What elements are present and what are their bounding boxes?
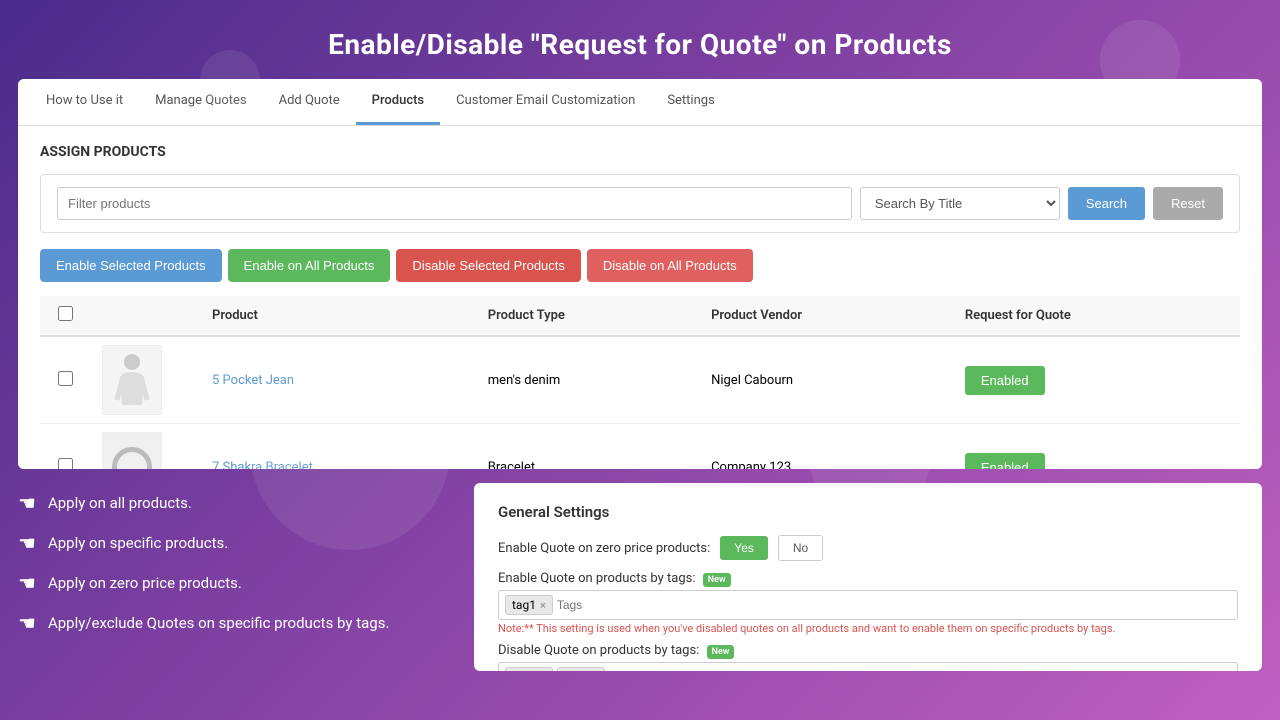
row1-status-button[interactable]: Enabled: [965, 366, 1045, 395]
products-table: Product Product Type Product Vendor Requ…: [40, 296, 1240, 469]
row2-type-cell: Bracelet: [476, 424, 699, 470]
filter-products-input[interactable]: [57, 187, 852, 220]
search-bar: Search By Title Search Reset: [40, 174, 1240, 233]
enable-selected-button[interactable]: Enable Selected Products: [40, 249, 222, 282]
disable-tags-label: Disable Quote on products by tags: New: [498, 643, 734, 658]
content-area: ASSIGN PRODUCTS Search By Title Search R…: [18, 126, 1262, 469]
row1-product-link[interactable]: 5 Pocket Jean: [212, 373, 294, 388]
row2-name-cell: 7 Shakra Bracelet: [200, 424, 476, 470]
yes-button[interactable]: Yes: [720, 536, 768, 560]
select-all-checkbox[interactable]: [58, 306, 73, 321]
table-row: 5 Pocket Jean men's denim Nigel Cabourn …: [40, 336, 1240, 424]
tab-products[interactable]: Products: [356, 79, 440, 125]
tag1-remove[interactable]: ×: [540, 599, 546, 612]
person-silhouette-icon: [112, 350, 152, 410]
left-info: ☚ Apply on all products. ☚ Apply on spec…: [18, 483, 458, 671]
zero-price-label: Enable Quote on zero price products:: [498, 541, 710, 556]
tab-how-to-use[interactable]: How to Use it: [30, 79, 139, 125]
info-text-3: Apply on zero price products.: [48, 574, 242, 592]
row1-vendor-cell: Nigel Cabourn: [699, 336, 953, 424]
section-title: ASSIGN PRODUCTS: [40, 144, 1240, 160]
col-checkbox: [40, 296, 90, 336]
row1-status-cell: Enabled: [953, 336, 1240, 424]
arrow-icon-4: ☚: [18, 611, 36, 635]
tabs-nav: How to Use it Manage Quotes Add Quote Pr…: [18, 79, 1262, 126]
enable-tags-text-input[interactable]: [557, 598, 712, 612]
col-image: [90, 296, 200, 336]
enable-all-button[interactable]: Enable on All Products: [228, 249, 391, 282]
arrow-icon-2: ☚: [18, 531, 36, 555]
row1-checkbox[interactable]: [58, 371, 73, 386]
col-rfq: Request for Quote: [953, 296, 1240, 336]
search-by-select[interactable]: Search By Title: [860, 187, 1060, 220]
row2-vendor-cell: Company 123: [699, 424, 953, 470]
arrow-icon-1: ☚: [18, 491, 36, 515]
row1-checkbox-cell: [40, 336, 90, 424]
arrow-icon-3: ☚: [18, 571, 36, 595]
zero-price-row: Enable Quote on zero price products: Yes…: [498, 535, 1238, 561]
info-item-1: ☚ Apply on all products.: [18, 491, 458, 515]
action-buttons: Enable Selected Products Enable on All P…: [40, 249, 1240, 282]
no-button[interactable]: No: [778, 535, 823, 561]
row2-image-cell: [90, 424, 200, 470]
row1-type-cell: men's denim: [476, 336, 699, 424]
enable-tags-label: Enable Quote on products by tags: New: [498, 571, 731, 586]
disable-selected-button[interactable]: Disable Selected Products: [396, 249, 580, 282]
row2-status-button[interactable]: Enabled: [965, 453, 1045, 470]
info-text-4: Apply/exclude Quotes on specific product…: [48, 614, 389, 632]
table-row: 7 Shakra Bracelet Bracelet Company 123 E…: [40, 424, 1240, 470]
main-container: How to Use it Manage Quotes Add Quote Pr…: [18, 79, 1262, 469]
tag1-label: tag1: [512, 598, 536, 612]
disable-tags-badge: New: [707, 645, 735, 659]
disable-tags-text-input[interactable]: [609, 670, 764, 671]
enable-tags-note: Note:** This setting is used when you've…: [498, 622, 1238, 635]
tag3-label: tag3: [512, 670, 536, 671]
tag2-label: tag2: [564, 670, 588, 671]
general-settings-panel: General Settings Enable Quote on zero pr…: [474, 483, 1262, 671]
tag-chip-tag2: tag2 ×: [557, 667, 605, 671]
tag-chip-tag3: tag3 ×: [505, 667, 553, 671]
info-text-2: Apply on specific products.: [48, 534, 228, 552]
row1-name-cell: 5 Pocket Jean: [200, 336, 476, 424]
row2-status-cell: Enabled: [953, 424, 1240, 470]
bracelet-icon: [112, 447, 152, 469]
enable-tags-row: Enable Quote on products by tags: New ta…: [498, 571, 1238, 635]
settings-title: General Settings: [498, 503, 1238, 521]
search-button[interactable]: Search: [1068, 187, 1145, 220]
info-item-3: ☚ Apply on zero price products.: [18, 571, 458, 595]
tab-customer-email[interactable]: Customer Email Customization: [440, 79, 651, 125]
disable-tags-header: Disable Quote on products by tags: New: [498, 643, 1238, 658]
enable-tags-header: Enable Quote on products by tags: New: [498, 571, 1238, 586]
bottom-section: ☚ Apply on all products. ☚ Apply on spec…: [18, 483, 1262, 671]
row2-checkbox[interactable]: [58, 458, 73, 470]
col-vendor: Product Vendor: [699, 296, 953, 336]
row1-product-image: [102, 345, 162, 415]
tab-add-quote[interactable]: Add Quote: [263, 79, 356, 125]
disable-all-button[interactable]: Disable on All Products: [587, 249, 753, 282]
info-item-4: ☚ Apply/exclude Quotes on specific produ…: [18, 611, 458, 635]
reset-button[interactable]: Reset: [1153, 187, 1223, 220]
enable-tags-badge: New: [703, 573, 731, 587]
row2-checkbox-cell: [40, 424, 90, 470]
col-type: Product Type: [476, 296, 699, 336]
tab-manage-quotes[interactable]: Manage Quotes: [139, 79, 262, 125]
tag3-remove[interactable]: ×: [540, 671, 546, 672]
row2-product-link[interactable]: 7 Shakra Bracelet: [212, 460, 313, 470]
info-item-2: ☚ Apply on specific products.: [18, 531, 458, 555]
tag-chip-tag1: tag1 ×: [505, 595, 553, 615]
info-text-1: Apply on all products.: [48, 494, 192, 512]
col-product: Product: [200, 296, 476, 336]
row1-image-cell: [90, 336, 200, 424]
row2-product-image: [102, 432, 162, 469]
enable-tags-input-container[interactable]: tag1 ×: [498, 590, 1238, 620]
page-title: Enable/Disable "Request for Quote" on Pr…: [0, 0, 1280, 79]
tag2-remove[interactable]: ×: [592, 671, 598, 672]
tab-settings[interactable]: Settings: [651, 79, 730, 125]
disable-tags-input-container[interactable]: tag3 × tag2 ×: [498, 662, 1238, 671]
disable-tags-row: Disable Quote on products by tags: New t…: [498, 643, 1238, 671]
